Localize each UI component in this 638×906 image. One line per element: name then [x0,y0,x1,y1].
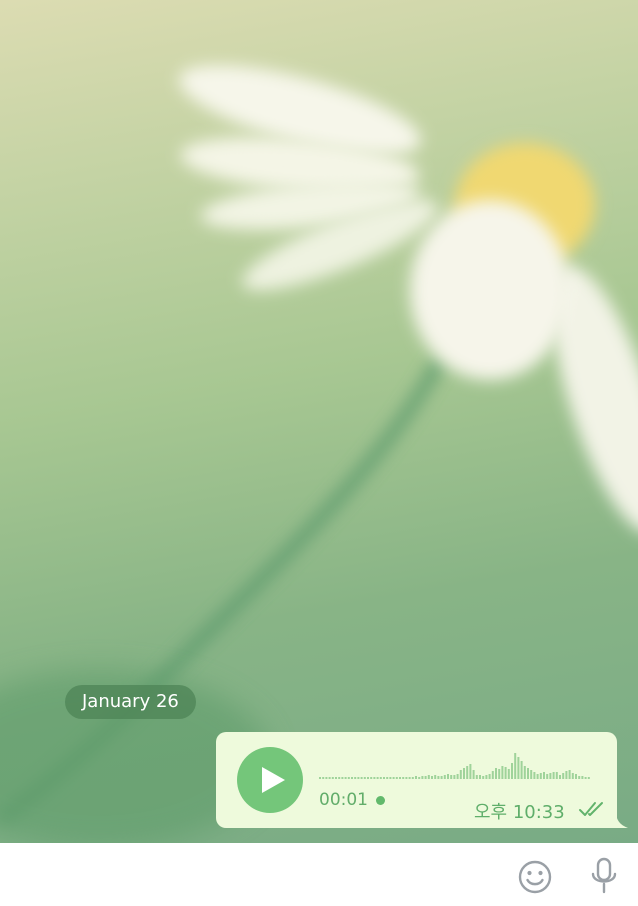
date-separator: January 26 [65,685,196,719]
waveform-bar [498,769,501,779]
waveform-bar [511,763,513,779]
waveform-bar [431,776,433,779]
waveform-bar [485,775,488,779]
waveform-bar [325,777,328,779]
waveform-bar [559,775,561,779]
waveform-bar [543,772,545,779]
waveform-bar [395,777,398,779]
waveform-bar [453,775,456,779]
waveform-bar [514,753,517,779]
smile-icon[interactable] [517,859,553,895]
waveform-bar [555,772,558,779]
waveform-bar [392,777,395,779]
waveform-bar [578,776,581,779]
waveform-bar [415,776,417,779]
waveform-bar [501,766,504,779]
waveform-bar [341,777,344,779]
waveform-bar [533,772,536,779]
waveform-bar [370,777,373,779]
waveform-bar [328,777,331,779]
waveform-bar [575,774,577,779]
waveform-bar [424,776,427,779]
waveform-bar [421,776,424,779]
waveform-bar [581,776,584,779]
waveform-bar [322,777,325,779]
waveform-bar [491,771,494,779]
waveform-bar [408,777,411,779]
waveform-bar [440,776,443,779]
read-double-check-icon [579,802,603,816]
play-icon [262,767,285,793]
waveform-bar [466,766,469,779]
waveform-bar [482,776,485,779]
waveform-bar [379,777,382,779]
waveform-bar [427,775,430,779]
bubble-tail [612,812,628,828]
waveform-bar [562,773,565,779]
waveform-bar [475,775,478,779]
waveform-bar [418,777,421,779]
waveform-bar [527,768,529,779]
waveform-bar [549,773,552,779]
waveform-bar [383,777,385,779]
waveform-bar [539,773,542,779]
waveform-bar [520,761,523,779]
waveform-bar [437,776,440,779]
voice-waveform[interactable] [319,748,595,780]
waveform-bar [571,773,574,779]
waveform-bar [319,777,321,779]
waveform-bar [402,777,405,779]
waveform-bar [347,777,350,779]
waveform-bar [373,777,376,779]
waveform-bar [552,772,555,779]
play-button[interactable] [237,747,303,813]
microphone-icon[interactable] [589,856,619,896]
waveform-bar [568,770,571,779]
waveform-bar [584,777,587,779]
waveform-bar [523,766,526,779]
waveform-bar [399,777,401,779]
waveform-bar [351,777,353,779]
waveform-bar [447,774,449,779]
waveform-bar [507,769,510,779]
waveform-bar [469,764,472,779]
waveform-bar [472,770,475,779]
waveform-bar [411,777,414,779]
waveform-bar [488,774,491,779]
waveform-bar [389,777,392,779]
waveform-bar [530,770,533,779]
unheard-indicator [376,796,385,805]
waveform-bar [376,777,379,779]
waveform-bar [354,777,357,779]
waveform-bar [546,774,549,779]
waveform-bar [479,775,481,779]
waveform-bar [504,767,507,779]
waveform-bar [363,777,366,779]
waveform-bar [386,777,389,779]
waveform-bar [434,775,437,779]
message-time: 오후 10:33 [474,802,565,823]
waveform-bar [331,777,334,779]
waveform-bar [335,777,337,779]
waveform-bar [338,777,341,779]
waveform-bar [463,768,465,779]
waveform-bar [459,770,462,779]
waveform-bar [587,777,590,779]
waveform-bar [536,774,539,779]
waveform-bar [443,775,446,779]
waveform-bar [357,777,360,779]
waveform-bar [450,775,453,779]
waveform-bar [367,777,369,779]
waveform-bar [517,757,520,779]
waveform-bar [565,771,568,779]
voice-duration: 00:01 [319,790,368,810]
waveform-bar [360,777,363,779]
waveform-bar [495,768,497,779]
waveform-bar [405,777,408,779]
waveform-bar [344,777,347,779]
waveform-bar [456,774,459,779]
